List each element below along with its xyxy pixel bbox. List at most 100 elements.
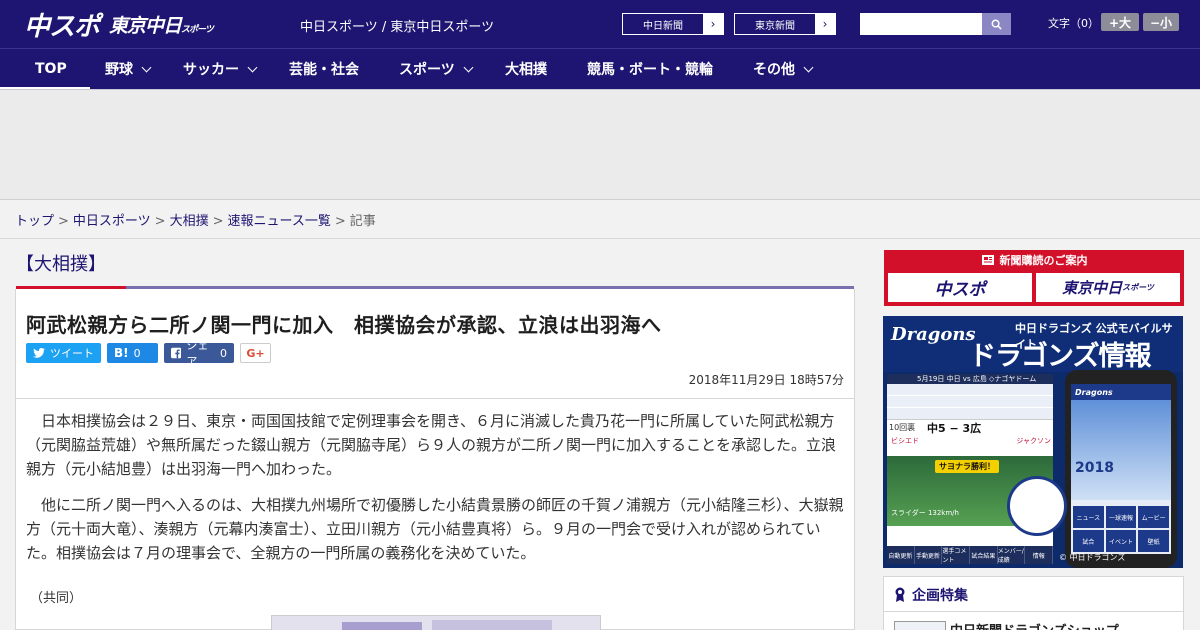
dragons-banner-header: Dragons 中日ドラゴンズ 公式モバイルサイト ドラゴンズ情報 <box>883 316 1183 372</box>
site-header: 中スポ 東京中日スポーツ 中日スポーツ / 東京中日スポーツ 中日新聞 › 東京… <box>0 0 1200 48</box>
hatena-icon: B! <box>114 346 129 360</box>
google-plus-icon: G+ <box>246 346 265 360</box>
article-body: 日本相撲協会は２９日、東京・両国国技館で定例理事会を開き、６月に消滅した貴乃花一… <box>26 409 844 577</box>
phone-year: 2018 <box>1075 460 1114 476</box>
dragons-headline: ドラゴンズ情報 <box>969 341 1151 372</box>
logo-chuspo: 中スポ <box>24 11 100 42</box>
feature-thumbnail[interactable] <box>894 621 946 630</box>
article-date: 2018年11月29日 18時57分 <box>688 373 844 387</box>
scoreboard-menu-item: 試合結果 <box>970 546 998 564</box>
twitter-icon <box>33 348 45 358</box>
google-plus-button[interactable]: G+ <box>240 343 271 363</box>
chunichi-shimbun-label: 中日新聞 <box>643 20 683 32</box>
subscribe-chuspo-logo[interactable]: 中スポ <box>888 273 1032 302</box>
nav-item-racing[interactable]: 競馬・ボート・競輪 <box>587 49 713 89</box>
phone-photo: 2018 <box>1071 400 1171 500</box>
phone-app-header: Dragons <box>1071 384 1171 400</box>
hatena-bookmark-button[interactable]: B! 0 <box>107 343 158 363</box>
breadcrumb-separator: > <box>154 214 166 229</box>
feature-item-dragons-shop[interactable]: 中日新聞ドラゴンズショップ <box>950 620 1119 630</box>
nav-item-sumo[interactable]: 大相撲 <box>505 49 547 89</box>
subscription-title: 新聞購読のご案内 <box>884 250 1184 270</box>
site-logo[interactable]: 中スポ 東京中日スポーツ <box>24 8 214 42</box>
scoreboard-grid <box>887 384 1053 420</box>
phone-menu-tiles: ニュース 一球速報 ムービー 試合 イベント 壁紙 <box>1071 504 1171 554</box>
scoreboard-score: 中5 − 3広 <box>927 422 982 435</box>
chevron-down-icon <box>463 62 474 72</box>
breadcrumb-separator: > <box>212 214 224 229</box>
breadcrumb-top[interactable]: トップ <box>15 214 54 229</box>
dragons-logo: Dragons <box>891 324 976 345</box>
facebook-share-label: シェア <box>186 339 209 368</box>
chevron-right-icon: › <box>703 14 723 34</box>
article-paragraph: 日本相撲協会は２９日、東京・両国国技館で定例理事会を開き、６月に消滅した貴乃花一… <box>26 412 837 478</box>
search-icon <box>991 19 1002 30</box>
smartphone-screen: Dragons 2018 ニュース 一球速報 ムービー 試合 イベント 壁紙 <box>1071 384 1171 554</box>
breadcrumb-separator: > <box>58 214 69 229</box>
phone-tile: 一球速報 <box>1105 506 1137 528</box>
feature-section: 企画特集 中日新聞ドラゴンズショップ <box>883 576 1184 630</box>
font-larger-button[interactable]: +大 <box>1101 13 1139 31</box>
main-nav: TOP 野球 サッカー 芸能・社会 スポーツ 大相撲 競馬・ボート・競輪 その他 <box>0 48 1200 90</box>
player-left: ビシエド <box>891 437 919 445</box>
search-button[interactable] <box>982 13 1011 35</box>
subscription-banner[interactable]: 新聞購読のご案内 中スポ 東京中日 スポーツ <box>884 250 1184 306</box>
feature-title: 企画特集 <box>894 585 968 605</box>
feature-divider <box>884 611 1183 612</box>
tweet-label: ツイート <box>50 347 94 360</box>
logo-tokyo-chunichi: 東京中日スポーツ <box>109 14 214 37</box>
scoreboard-menu-item: 選手コメント <box>942 546 971 564</box>
scoreboard-menu-item: 情報 <box>1025 546 1054 564</box>
chevron-down-icon <box>247 62 258 72</box>
scoreboard-menu: 自動更新 手動更新 選手コメント 試合結果 メンバー/成績 情報 <box>887 546 1054 564</box>
nav-item-other[interactable]: その他 <box>753 49 814 89</box>
article-paragraph: 他に二所ノ関一門へ入るのは、大相撲九州場所で初優勝した小結貴景勝の師匠の千賀ノ浦… <box>26 496 844 562</box>
scoreboard-players: ビシエド ジャクソン <box>891 436 1051 454</box>
search-input[interactable] <box>860 13 982 35</box>
phone-tile: ムービー <box>1138 506 1169 528</box>
photo-content <box>432 620 552 630</box>
pitch-info: スライダー 132km/h <box>891 509 959 517</box>
breadcrumb-sumo[interactable]: 大相撲 <box>170 214 209 229</box>
dragons-scoreboard-screen: 5月19日 中日 vs 広島 ◇ナゴヤドーム 10回裏 中5 − 3広 ビシエド… <box>887 374 1054 564</box>
tokyo-shimbun-link[interactable]: 東京新聞 › <box>734 13 836 35</box>
dragons-mascot-image <box>1007 476 1067 536</box>
chevron-right-icon: › <box>815 14 835 34</box>
facebook-share-button[interactable]: シェア 0 <box>164 339 234 368</box>
breadcrumb-divider <box>0 238 1200 239</box>
article-divider <box>16 398 854 399</box>
medal-icon <box>895 587 905 602</box>
chevron-down-icon <box>141 62 152 72</box>
breadcrumb-separator: > <box>334 214 346 229</box>
facebook-count: 0 <box>220 346 227 360</box>
breadcrumb-news-list[interactable]: 速報ニュース一覧 <box>228 214 331 229</box>
tweet-button[interactable]: ツイート <box>26 343 101 363</box>
scoreboard-menu-item: 自動更新 <box>887 546 915 564</box>
font-size-label: 文字（0） <box>1048 17 1099 30</box>
dragons-copyright: © 中日ドラゴンズ <box>1059 553 1126 562</box>
nav-item-baseball[interactable]: 野球 <box>105 49 152 89</box>
nav-active-indicator <box>0 87 90 89</box>
article-category: 【大相撲】 <box>16 254 106 275</box>
nav-item-top[interactable]: TOP <box>35 49 67 89</box>
phone-tile: ニュース <box>1073 506 1104 528</box>
nav-item-entertainment[interactable]: 芸能・社会 <box>289 49 359 89</box>
photo-content <box>342 622 422 630</box>
subscribe-tokyo-chunichi-logo[interactable]: 東京中日 スポーツ <box>1036 273 1180 302</box>
breadcrumb-chunichi-sports[interactable]: 中日スポーツ <box>73 214 151 229</box>
phone-tile: 壁紙 <box>1138 530 1169 552</box>
article-credit: （共同） <box>30 591 83 606</box>
phone-tile: 試合 <box>1073 530 1104 552</box>
chunichi-shimbun-link[interactable]: 中日新聞 › <box>622 13 724 35</box>
scoreboard-menu-item: メンバー/成績 <box>997 546 1026 564</box>
article-title: 阿武松親方ら二所ノ関一門に加入 相撲協会が承認、立浪は出羽海へ <box>26 313 662 337</box>
article-photo[interactable] <box>271 615 601 630</box>
nav-item-sports[interactable]: スポーツ <box>399 49 474 89</box>
font-smaller-button[interactable]: −小 <box>1143 13 1179 31</box>
phone-tile: イベント <box>1105 530 1137 552</box>
scoreboard-innings: 10回裏 <box>889 423 916 432</box>
breadcrumb-current: 記事 <box>349 214 376 229</box>
dragons-mobile-banner[interactable]: Dragons 中日ドラゴンズ 公式モバイルサイト ドラゴンズ情報 5月19日 … <box>883 316 1183 568</box>
nav-item-soccer[interactable]: サッカー <box>183 49 258 89</box>
chevron-down-icon <box>803 62 814 72</box>
